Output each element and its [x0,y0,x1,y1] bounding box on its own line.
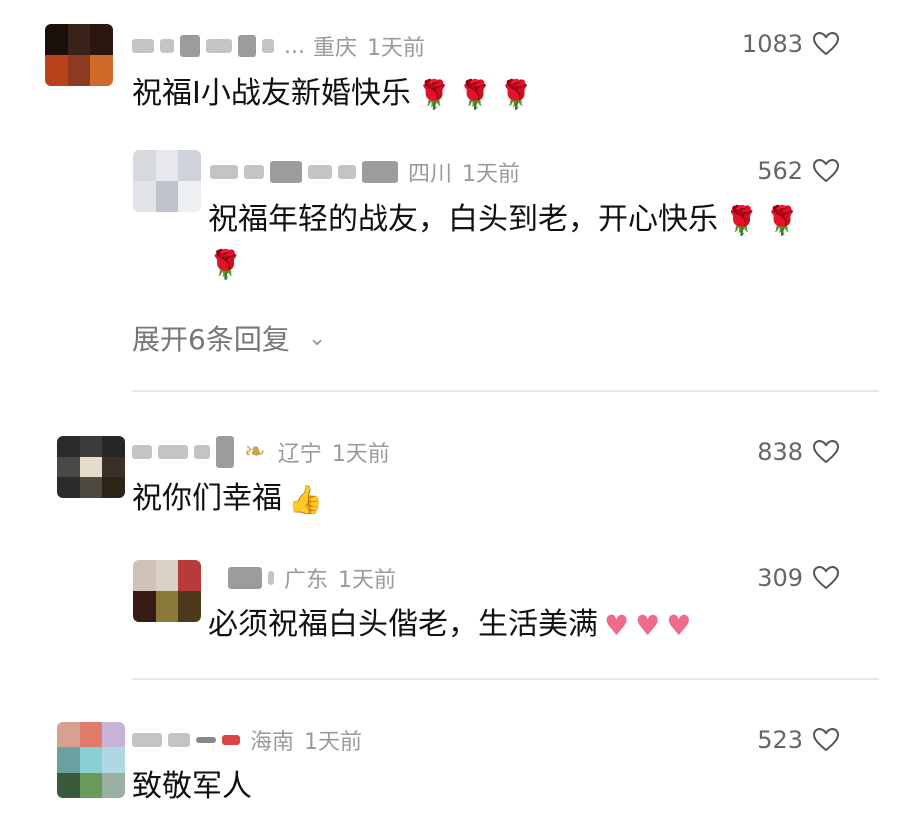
comment-time: 1天前 [367,36,425,61]
like-button[interactable]: 309 [757,564,840,592]
pink-heart-emoji: ♥ [635,608,661,642]
pink-heart-emoji: ♥ [604,608,630,642]
like-button[interactable]: 1083 [741,30,840,58]
name-ellipsis: ... [284,33,305,59]
comment-text: 祝福年轻的战友，白头到老，开心快乐 🌹 🌹 🌹 [208,198,848,287]
like-count: 838 [757,438,803,466]
comment-location: 重庆 [312,36,357,61]
like-count: 562 [757,157,803,185]
comment-text: 祝福I小战友新婚快乐 🌹 🌹 🌹 [132,72,533,117]
comment-location: 海南 [250,730,295,755]
heart-outline-icon [812,158,840,183]
comment-time: 1天前 [338,568,397,593]
like-count: 309 [757,564,803,592]
like-button[interactable]: 523 [757,726,840,754]
expand-replies-button[interactable]: 展开6条回复 ⌄ [132,318,326,358]
comment-text: 祝你们幸福 👍 [132,477,323,522]
heart-outline-icon [812,31,840,56]
chevron-down-icon: ⌄ [307,325,327,351]
avatar[interactable] [57,436,125,498]
blurred-username[interactable] [132,436,234,468]
divider [132,390,879,392]
comment-text: 致敬军人 [132,769,252,804]
comment-time: 1天前 [331,442,390,467]
comment-meta: 四川 1天前 [210,156,520,188]
comment-location: 辽宁 [277,442,322,467]
like-count: 523 [757,726,803,754]
like-button[interactable]: 838 [757,438,840,466]
avatar[interactable] [133,560,201,622]
comment-time: 1天前 [304,730,363,755]
comment-meta: ... 重庆 1天前 [132,30,425,62]
rose-emoji: 🌹 [457,77,493,111]
avatar[interactable] [57,722,125,798]
rose-emoji: 🌹 [764,203,800,237]
comment-location: 四川 [408,162,453,187]
comment-meta: 海南 1天前 [132,724,362,756]
rose-emoji: 🌹 [208,248,243,281]
comment-time: 1天前 [462,162,521,187]
rose-emoji: 🌹 [416,77,452,111]
divider [132,678,879,680]
pink-heart-emoji: ♥ [666,608,692,642]
avatar[interactable] [133,150,201,212]
heart-outline-icon [812,565,840,590]
comment-meta: ❧ 辽宁 1天前 [132,436,390,468]
heart-outline-icon [812,439,840,464]
blurred-username[interactable] [132,35,274,57]
like-button[interactable]: 562 [757,157,840,185]
heart-outline-icon [812,727,840,752]
rose-emoji: 🌹 [724,203,759,237]
laurel-badge-icon: ❧ [244,437,266,467]
comment-meta: 广东 1天前 [228,562,396,594]
avatar[interactable] [45,24,113,86]
rose-emoji: 🌹 [498,77,534,111]
blurred-username[interactable] [228,567,274,589]
thumbs-up-emoji: 👍 [288,482,323,516]
blurred-username[interactable] [210,161,398,183]
comment-text: 必须祝福白头偕老，生活美满 ♥ ♥ ♥ [208,603,691,648]
blurred-username[interactable] [132,733,240,747]
like-count: 1083 [741,30,803,58]
comment-location: 广东 [284,568,329,593]
